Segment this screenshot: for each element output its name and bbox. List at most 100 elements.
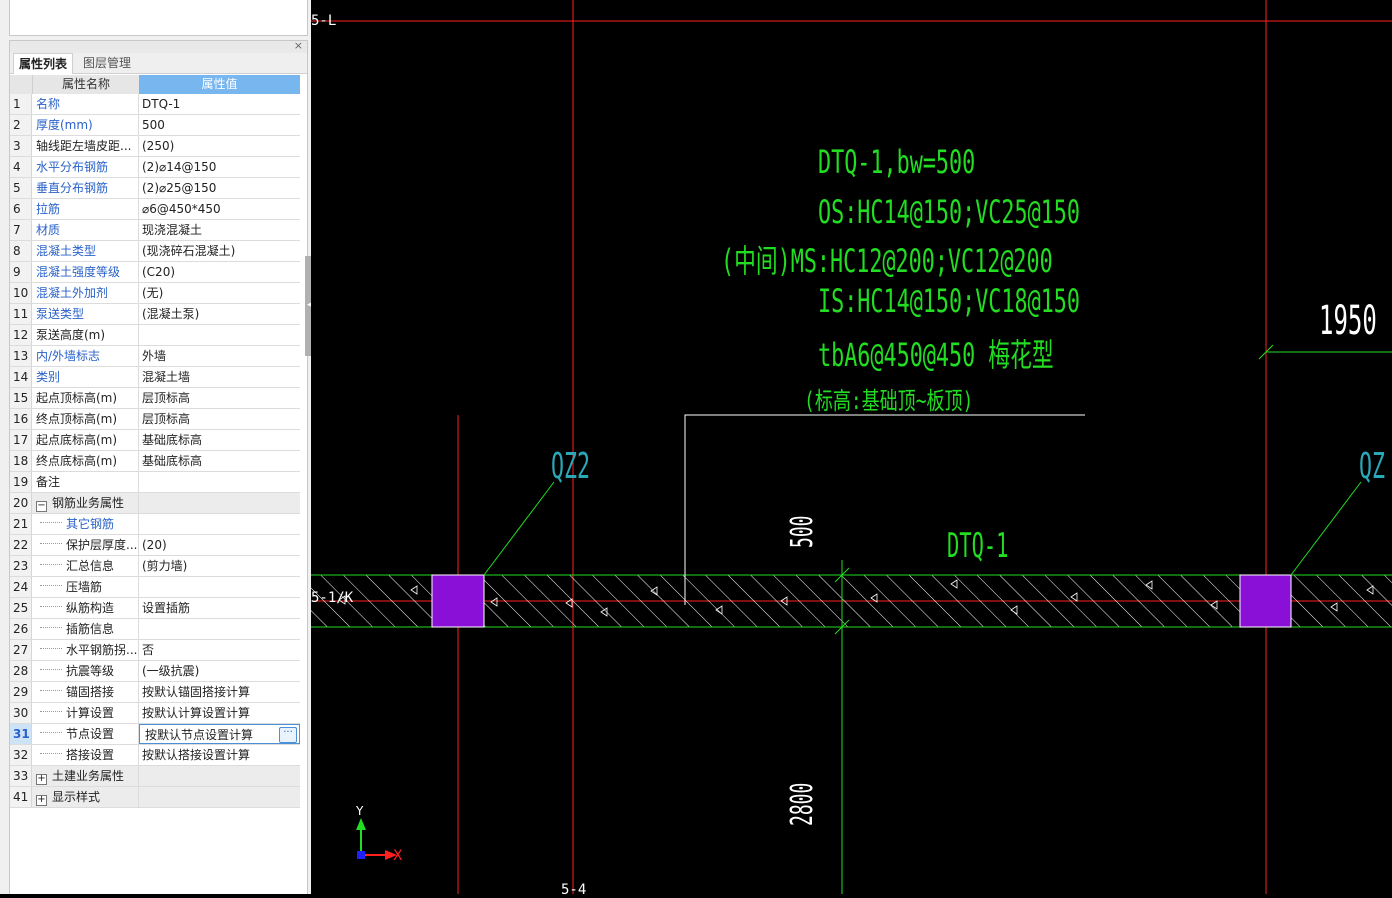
- close-icon[interactable]: ×: [294, 39, 303, 52]
- table-row[interactable]: 6 拉筋 ⌀6@450*450: [10, 199, 300, 220]
- table-row[interactable]: 41 + 显示样式: [10, 787, 300, 808]
- table-row[interactable]: 1 名称 DTQ-1: [10, 94, 300, 115]
- property-value-cell[interactable]: 基础底标高: [139, 451, 300, 471]
- property-value-cell[interactable]: [139, 325, 300, 345]
- column-qz-right[interactable]: [1239, 574, 1292, 628]
- annotation-line-5: tbA6@450@450 梅花型: [818, 336, 1054, 374]
- cad-drawing-canvas[interactable]: 5-L 5-1/K 5-4 DTQ-1,bw=500 OS:HC14@150;V…: [311, 0, 1392, 898]
- collapse-icon[interactable]: −: [36, 501, 47, 512]
- property-value-cell[interactable]: 按默认锚固搭接计算: [139, 682, 300, 702]
- tab-layer-management[interactable]: 图层管理: [78, 53, 136, 73]
- property-value-cell[interactable]: 设置插筋: [139, 598, 300, 618]
- axis-label-5-1k: 5-1/K: [311, 590, 354, 606]
- property-value-cell[interactable]: 500: [139, 115, 300, 135]
- property-value-cell[interactable]: ⌀6@450*450: [139, 199, 300, 219]
- property-value-cell[interactable]: (2)⌀14@150: [139, 157, 300, 177]
- table-row[interactable]: 13 内/外墙标志 外墙: [10, 346, 300, 367]
- table-row[interactable]: 17 起点底标高(m) 基础底标高: [10, 430, 300, 451]
- annotation-line-4: IS:HC14@150;VC18@150: [818, 282, 1081, 320]
- property-value-cell[interactable]: (混凝土泵): [139, 304, 300, 324]
- row-number: 20: [10, 493, 32, 513]
- table-row[interactable]: 29 锚固搭接 按默认锚固搭接计算: [10, 682, 300, 703]
- table-row[interactable]: 16 终点顶标高(m) 层顶标高: [10, 409, 300, 430]
- table-row[interactable]: 15 起点顶标高(m) 层顶标高: [10, 388, 300, 409]
- property-value-cell[interactable]: 按默认计算设置计算: [139, 703, 300, 723]
- property-value-text: DTQ-1: [142, 97, 181, 111]
- table-row[interactable]: 30 计算设置 按默认计算设置计算: [10, 703, 300, 724]
- expand-icon[interactable]: +: [36, 774, 47, 785]
- table-row[interactable]: 25 纵筋构造 设置插筋: [10, 598, 300, 619]
- table-row[interactable]: 32 搭接设置 按默认搭接设置计算: [10, 745, 300, 766]
- property-value-cell[interactable]: 层顶标高: [139, 409, 300, 429]
- property-name-label: 厚度(mm): [36, 118, 93, 132]
- table-row[interactable]: 7 材质 现浇混凝土: [10, 220, 300, 241]
- table-row[interactable]: 5 垂直分布钢筋 (2)⌀25@150: [10, 178, 300, 199]
- property-name-cell: 材质: [33, 220, 139, 240]
- property-value-cell[interactable]: (20): [139, 535, 300, 555]
- panel-header: ×: [10, 39, 307, 53]
- row-number: 25: [10, 598, 32, 618]
- property-value-cell[interactable]: [139, 619, 300, 639]
- table-row[interactable]: 10 混凝土外加剂 (无): [10, 283, 300, 304]
- property-value-cell[interactable]: 按默认节点设置计算 ···: [139, 724, 300, 744]
- table-row[interactable]: 18 终点底标高(m) 基础底标高: [10, 451, 300, 472]
- property-value-cell[interactable]: (C20): [139, 262, 300, 282]
- table-row[interactable]: 28 抗震等级 (一级抗震): [10, 661, 300, 682]
- table-row[interactable]: 20− 钢筋业务属性: [10, 493, 300, 514]
- ucs-label-y: Y: [356, 804, 364, 818]
- table-row[interactable]: 2 厚度(mm) 500: [10, 115, 300, 136]
- header-property-name[interactable]: 属性名称: [33, 75, 140, 94]
- table-row[interactable]: 14 类别 混凝土墙: [10, 367, 300, 388]
- property-value-cell[interactable]: (现浇碎石混凝土): [139, 241, 300, 261]
- table-row[interactable]: 27 水平钢筋拐... 否: [10, 640, 300, 661]
- cad-drawing[interactable]: [311, 0, 1392, 894]
- expand-icon[interactable]: +: [36, 795, 47, 806]
- property-name-cell: 混凝土外加剂: [33, 283, 139, 303]
- panel-tabs: 属性列表 图层管理: [10, 53, 307, 74]
- table-row[interactable]: 24 压墙筋: [10, 577, 300, 598]
- ellipsis-button[interactable]: ···: [279, 727, 297, 743]
- property-value-cell[interactable]: (250): [139, 136, 300, 156]
- property-name-cell: 混凝土类型: [33, 241, 139, 261]
- property-value-cell[interactable]: (2)⌀25@150: [139, 178, 300, 198]
- property-value-cell[interactable]: 混凝土墙: [139, 367, 300, 387]
- table-row[interactable]: 21 其它钢筋: [10, 514, 300, 535]
- table-row[interactable]: 23 汇总信息 (剪力墙): [10, 556, 300, 577]
- table-row[interactable]: 8 混凝土类型 (现浇碎石混凝土): [10, 241, 300, 262]
- property-value-cell[interactable]: [139, 577, 300, 597]
- property-value-cell[interactable]: [139, 472, 300, 492]
- property-value-cell[interactable]: 层顶标高: [139, 388, 300, 408]
- table-row[interactable]: 22 保护层厚度... (20): [10, 535, 300, 556]
- column-qz2-left[interactable]: [431, 574, 485, 628]
- table-row[interactable]: 33 + 土建业务属性: [10, 766, 300, 787]
- property-name-label: 混凝土强度等级: [36, 265, 121, 279]
- table-row[interactable]: 9 混凝土强度等级 (C20): [10, 262, 300, 283]
- property-value-cell[interactable]: (一级抗震): [139, 661, 300, 681]
- table-row[interactable]: 26 插筋信息: [10, 619, 300, 640]
- table-row[interactable]: 3 轴线距左墙皮距... (250): [10, 136, 300, 157]
- property-value-cell[interactable]: 基础底标高: [139, 430, 300, 450]
- tab-property-list[interactable]: 属性列表: [13, 53, 74, 74]
- table-row[interactable]: 11 泵送类型 (混凝土泵): [10, 304, 300, 325]
- property-name-cell: − 钢筋业务属性: [33, 493, 139, 513]
- property-value-cell[interactable]: [139, 766, 300, 786]
- property-value-cell[interactable]: 否: [139, 640, 300, 660]
- table-row[interactable]: 4 水平分布钢筋 (2)⌀14@150: [10, 157, 300, 178]
- header-property-value[interactable]: 属性值: [139, 75, 300, 94]
- property-value-cell[interactable]: 按默认搭接设置计算: [139, 745, 300, 765]
- property-value-text: 层顶标高: [142, 391, 191, 405]
- property-value-cell[interactable]: 现浇混凝土: [139, 220, 300, 240]
- property-name-label: 抗震等级: [66, 664, 115, 678]
- property-value-cell[interactable]: [139, 493, 300, 513]
- row-number: 3: [10, 136, 32, 156]
- table-row[interactable]: 31 节点设置 按默认节点设置计算 ···: [10, 724, 300, 745]
- property-value-cell[interactable]: (剪力墙): [139, 556, 300, 576]
- property-value-cell[interactable]: DTQ-1: [139, 94, 300, 114]
- property-value-cell[interactable]: 外墙: [139, 346, 300, 366]
- property-name-label: 显示样式: [52, 790, 101, 804]
- property-value-cell[interactable]: [139, 514, 300, 534]
- table-row[interactable]: 12 泵送高度(m): [10, 325, 300, 346]
- property-value-cell[interactable]: [139, 787, 300, 807]
- table-row[interactable]: 19 备注: [10, 472, 300, 493]
- property-value-cell[interactable]: (无): [139, 283, 300, 303]
